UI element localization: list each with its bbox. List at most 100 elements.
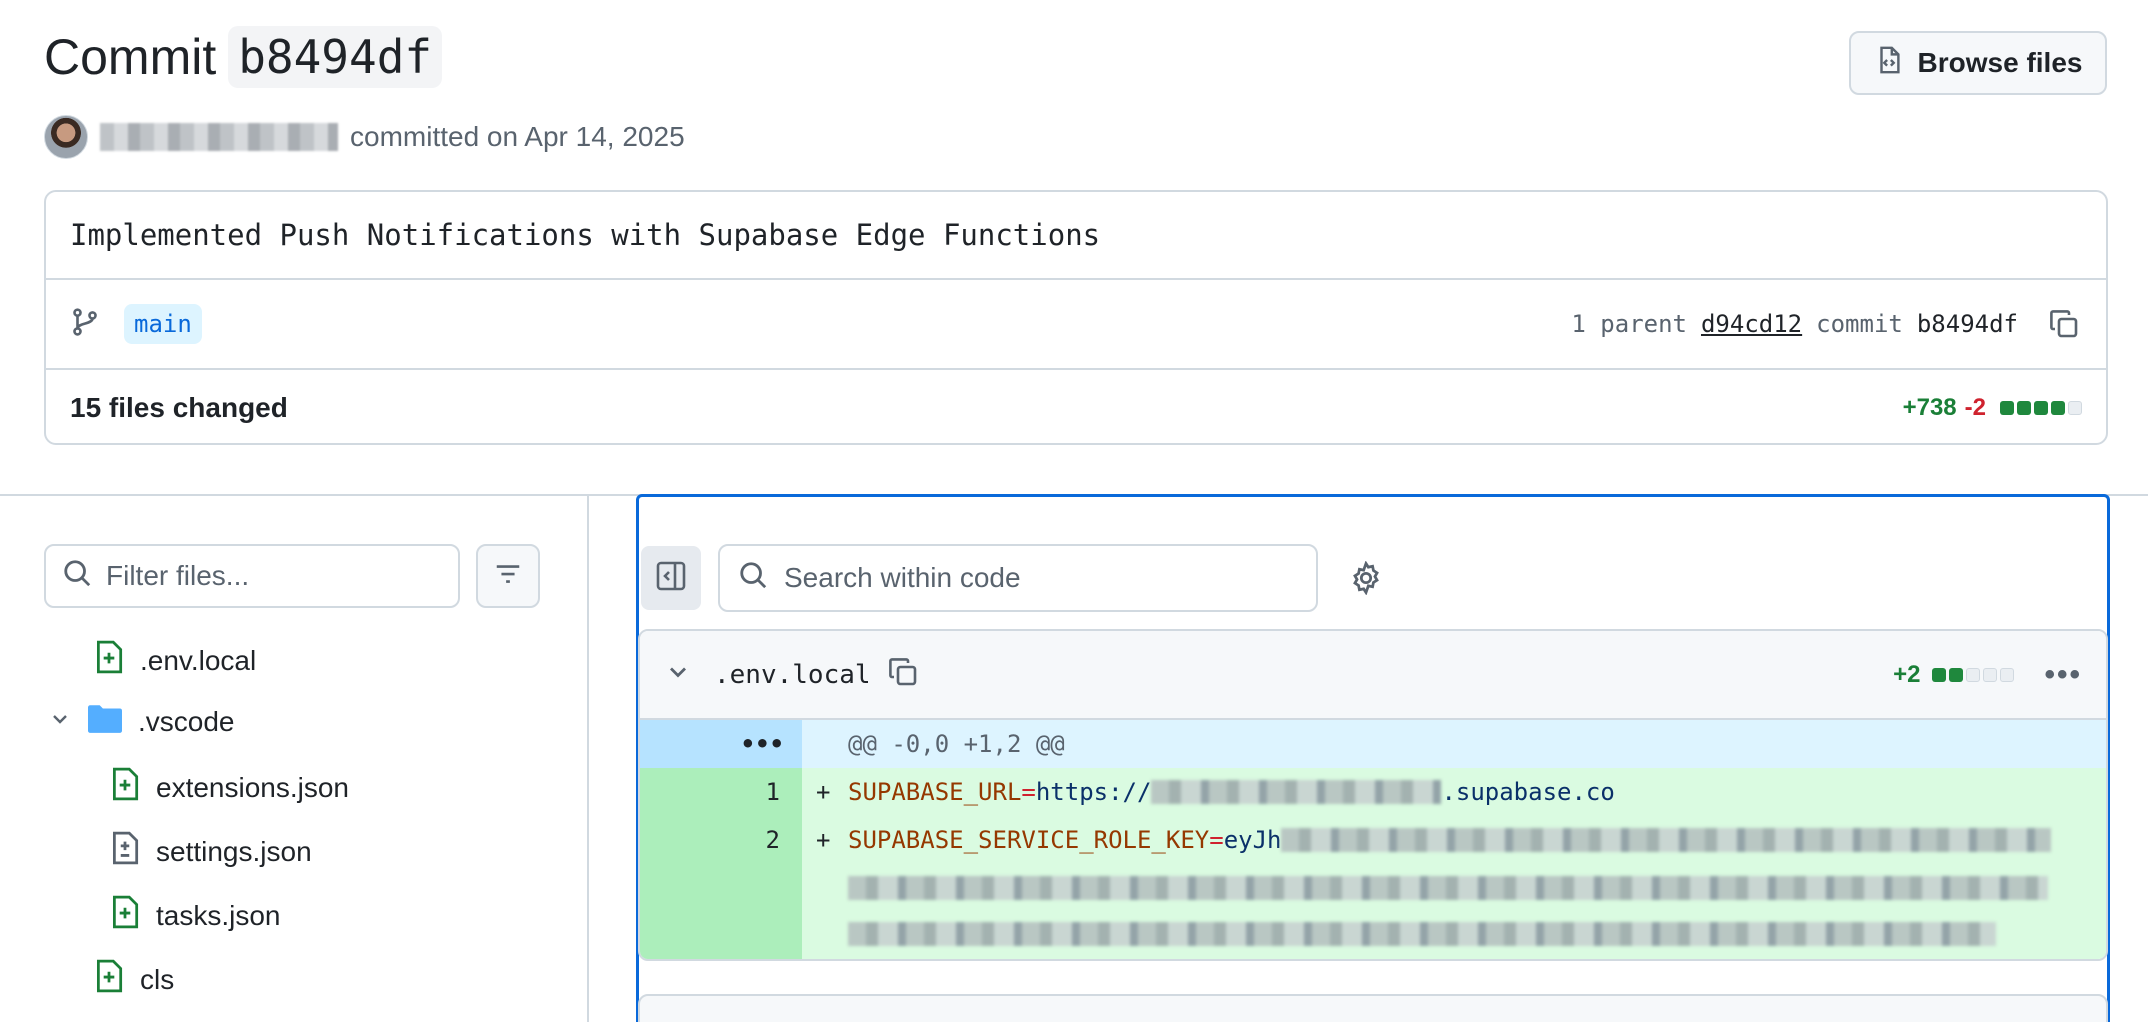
diffstat-block (2051, 400, 2065, 415)
tree-item-settings-json[interactable]: settings.json (110, 831, 312, 872)
avatar[interactable] (44, 115, 88, 159)
diff-line: 2 + SUPABASE_SERVICE_ROLE_KEY = eyJh (640, 816, 2106, 959)
commit-label: Commit (44, 29, 217, 85)
diffstat-block (2034, 400, 2048, 415)
redacted-value (848, 876, 2048, 900)
hunk-header-row: ••• @@ -0,0 +1,2 @@ (640, 720, 2106, 768)
tree-item-label: .env.local (140, 644, 257, 676)
tree-item-cls[interactable]: cls (94, 959, 174, 1000)
parent-info: 1 parent d94cd12 commit b8494df (1571, 306, 2082, 342)
diff-file-additions: +2 (1893, 660, 1921, 688)
files-changed-row: 15 files changed +738 -2 (46, 370, 2106, 443)
tree-item-vscode[interactable]: .vscode (48, 703, 235, 740)
diffstat-blocks (2000, 400, 2082, 415)
env-equals: = (1021, 778, 1036, 806)
commit-hash-title: b8494df (228, 26, 443, 88)
filter-icon (493, 559, 523, 594)
chevron-down-icon[interactable] (664, 658, 692, 691)
additions-count: +738 (1902, 393, 1957, 421)
filter-options-button[interactable] (476, 544, 540, 608)
commit-hash: b8494df (1916, 310, 2018, 338)
deletions-count: -2 (1964, 393, 1986, 421)
diffstat-block (1932, 667, 1947, 682)
git-branch-icon (70, 307, 100, 342)
diffstat-blocks (1932, 667, 2015, 682)
commit-meta: committed on Apr 14, 2025 (44, 115, 685, 159)
env-key: SUPABASE_SERVICE_ROLE_KEY (848, 826, 1210, 854)
chevron-down-icon (48, 706, 72, 738)
tree-item-env-local[interactable]: .env.local (94, 640, 256, 681)
branch-pill[interactable]: main (124, 304, 202, 344)
folder-icon (88, 703, 122, 740)
branch-row: main 1 parent d94cd12 commit b8494df (46, 280, 2106, 370)
redacted-value (1151, 780, 1442, 804)
author-name-redacted[interactable] (100, 123, 338, 151)
parent-label: 1 parent (1571, 310, 1687, 338)
browse-files-button[interactable]: Browse files (1849, 31, 2107, 95)
tree-item-label: settings.json (156, 835, 312, 867)
tree-item-tasks-json[interactable]: tasks.json (110, 895, 281, 936)
diffstat-block (1949, 667, 1964, 682)
line-code: + SUPABASE_URL = https:// .supabase.co (802, 768, 1615, 816)
env-value-prefix: eyJh (1223, 826, 1282, 854)
line-number[interactable]: 2 (640, 816, 802, 959)
tree-item-label: .vscode (138, 705, 235, 737)
file-added-icon (94, 959, 124, 1000)
commit-summary-box: Implemented Push Notifications with Supa… (44, 190, 2108, 445)
env-value-suffix: .supabase.co (1441, 778, 1615, 806)
diffstat-block (2017, 400, 2031, 415)
redacted-value (1281, 828, 2052, 852)
diffstat-block (2000, 667, 2015, 682)
commit-label-small: commit (1816, 310, 1903, 338)
diffstat-block (2068, 400, 2082, 415)
more-options-icon[interactable]: ••• (2044, 658, 2082, 692)
line-number[interactable]: 1 (640, 768, 802, 816)
page-title: Commit b8494df (44, 26, 443, 88)
hunk-header: @@ -0,0 +1,2 @@ (848, 730, 1065, 758)
diffstat: +738 -2 (1903, 394, 2082, 422)
diff-file-env-local: .env.local +2 ••• ••• @@ -0,0 +1,2 @@ 1 … (638, 629, 2108, 961)
line-code: + SUPABASE_SERVICE_ROLE_KEY = eyJh (802, 816, 2052, 959)
line-sign: + (816, 826, 831, 854)
parent-hash-link[interactable]: d94cd12 (1701, 310, 1802, 338)
file-code-icon (1874, 45, 1904, 82)
file-added-icon (110, 767, 140, 808)
copy-icon[interactable] (887, 656, 919, 693)
file-modified-icon (110, 831, 140, 872)
search-code-input[interactable]: Search within code (718, 544, 1318, 612)
redacted-value (848, 922, 1996, 946)
commit-message: Implemented Push Notifications with Supa… (46, 192, 2106, 280)
next-diff-file (638, 994, 2108, 1022)
line-sign: + (816, 778, 831, 806)
sidebar-divider[interactable] (587, 496, 589, 1022)
diffstat-block (2000, 400, 2014, 415)
tree-item-label: cls (140, 963, 175, 995)
tree-item-extensions-json[interactable]: extensions.json (110, 767, 349, 808)
expand-hunk-button[interactable]: ••• (640, 720, 802, 768)
committed-date: committed on Apr 14, 2025 (350, 121, 685, 152)
diffstat-block (1966, 667, 1981, 682)
diff-file-header: .env.local +2 ••• (640, 631, 2106, 720)
file-added-icon (110, 895, 140, 936)
diff-file-name[interactable]: .env.local (714, 660, 871, 690)
diffstat-block (1983, 667, 1998, 682)
search-icon (62, 558, 92, 595)
diff-line: 1 + SUPABASE_URL = https:// .supabase.co (640, 768, 2106, 816)
search-code-placeholder: Search within code (784, 562, 1021, 593)
filter-files-input[interactable]: Filter files... (44, 544, 460, 608)
tree-item-label: extensions.json (156, 771, 350, 803)
diff-file-stat: +2 (1893, 660, 2015, 689)
tree-item-label: tasks.json (156, 899, 281, 931)
gear-icon[interactable] (1346, 558, 1386, 598)
env-equals: = (1209, 826, 1224, 854)
file-added-icon (94, 640, 124, 681)
search-icon (738, 560, 768, 597)
filter-placeholder: Filter files... (106, 560, 250, 591)
env-key: SUPABASE_URL (848, 778, 1022, 806)
env-value-prefix: https:// (1035, 778, 1152, 806)
copy-icon[interactable] (2046, 306, 2082, 342)
toggle-sidebar-button[interactable] (641, 546, 701, 610)
sidebar-collapse-icon (655, 560, 687, 597)
files-changed-count: 15 files changed (70, 391, 288, 423)
browse-files-label: Browse files (1917, 47, 2083, 78)
